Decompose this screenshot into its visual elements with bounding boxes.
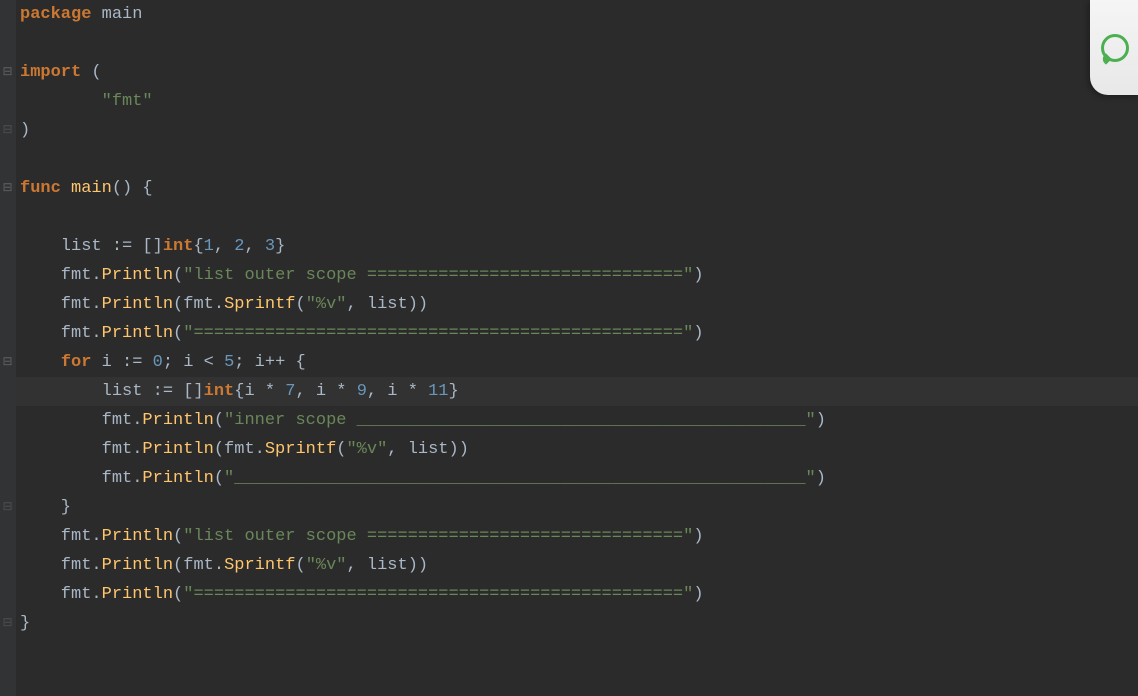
chat-bubble-icon [1101,34,1129,62]
code-line[interactable]: } [16,609,1138,638]
code-line[interactable] [16,29,1138,58]
code-line[interactable]: fmt.Println("___________________________… [16,464,1138,493]
code-line[interactable]: fmt.Println(fmt.Sprintf("%v", list)) [16,290,1138,319]
code-line[interactable]: list := []int{i * 7, i * 9, i * 11} [16,377,1138,406]
code-line[interactable]: func main() { [16,174,1138,203]
fold-toggle-icon[interactable] [2,357,13,368]
code-line[interactable]: fmt.Println(fmt.Sprintf("%v", list)) [16,435,1138,464]
code-line[interactable]: } [16,493,1138,522]
fold-toggle-icon[interactable] [2,502,13,513]
fold-toggle-icon[interactable] [2,618,13,629]
code-line[interactable]: fmt.Println("===========================… [16,580,1138,609]
code-line[interactable]: fmt.Println("===========================… [16,319,1138,348]
code-line[interactable] [16,145,1138,174]
fold-toggle-icon[interactable] [2,183,13,194]
code-line[interactable]: fmt.Println("inner scope _______________… [16,406,1138,435]
code-line[interactable]: for i := 0; i < 5; i++ { [16,348,1138,377]
code-line[interactable]: fmt.Println("list outer scope ==========… [16,522,1138,551]
code-line[interactable]: package main [16,0,1138,29]
fold-toggle-icon[interactable] [2,125,13,136]
code-line[interactable]: ) [16,116,1138,145]
code-line[interactable] [16,203,1138,232]
code-line[interactable]: import ( [16,58,1138,87]
sidebar-widget[interactable] [1090,0,1138,95]
code-line[interactable]: fmt.Println(fmt.Sprintf("%v", list)) [16,551,1138,580]
code-line[interactable]: fmt.Println("list outer scope ==========… [16,261,1138,290]
gutter [0,0,16,696]
code-line[interactable]: "fmt" [16,87,1138,116]
code-line[interactable]: list := []int{1, 2, 3} [16,232,1138,261]
fold-toggle-icon[interactable] [2,67,13,78]
code-editor[interactable]: package main import ( "fmt") func main()… [16,0,1138,638]
